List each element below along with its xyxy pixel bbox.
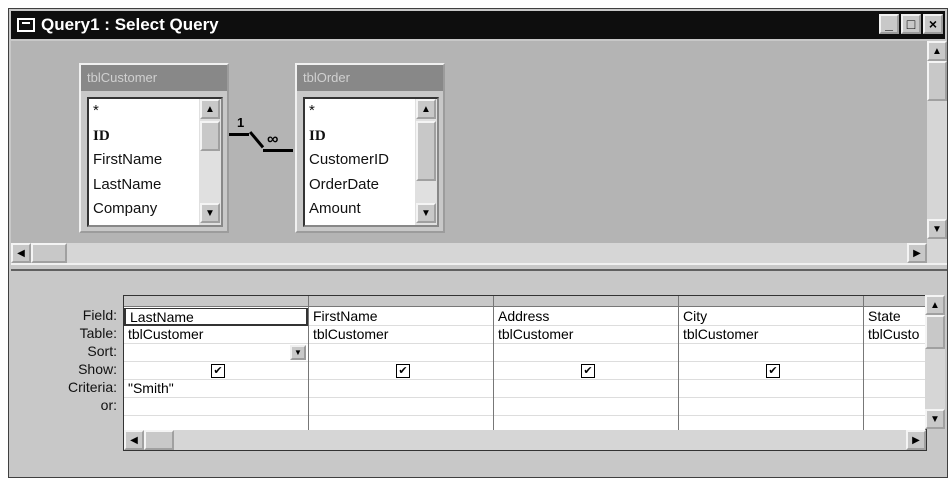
column-selector[interactable] [309,296,493,307]
arrow-left-icon[interactable]: ◀ [124,430,144,450]
column-selector[interactable] [679,296,863,307]
table-pane-vertical-scrollbar[interactable]: ▲ ▼ [927,41,947,263]
grid-or-cell[interactable] [309,398,493,416]
scroll-thumb[interactable] [144,430,174,450]
join-line[interactable] [249,131,265,149]
grid-field-cell[interactable]: State [864,308,925,326]
grid-criteria-cell[interactable] [864,380,925,398]
grid-or-cell[interactable] [864,398,925,416]
arrow-down-icon[interactable]: ▼ [200,203,220,223]
checkmark-icon[interactable]: ✔ [211,364,225,378]
grid-field-cell[interactable]: Address [494,308,678,326]
arrow-up-icon[interactable]: ▲ [416,99,436,119]
checkmark-icon[interactable]: ✔ [581,364,595,378]
table-pane[interactable]: tblCustomer * ID FirstName LastName Comp… [11,41,927,263]
column-selector[interactable] [124,296,308,307]
join-line[interactable] [263,149,293,152]
scroll-thumb[interactable] [925,315,945,349]
arrow-up-icon[interactable]: ▲ [925,295,945,315]
grid-sort-cell[interactable]: ▼ [124,344,308,362]
grid-field-cell[interactable]: FirstName [309,308,493,326]
row-label-sort: Sort: [87,343,117,359]
checkmark-icon[interactable]: ✔ [396,364,410,378]
grid-sort-cell[interactable] [864,344,925,362]
grid-table-cell[interactable]: tblCustomer [494,326,678,344]
grid-sort-cell[interactable] [494,344,678,362]
field-list-tblorder[interactable]: * ID CustomerID OrderDate Amount ▲ ▼ [303,97,439,227]
table-title-tblcustomer[interactable]: tblCustomer [81,65,227,91]
arrow-right-icon[interactable]: ▶ [906,430,926,450]
grid-table-cell[interactable]: tblCustomer [124,326,308,344]
grid-column[interactable]: State tblCusto [864,296,926,450]
scroll-thumb[interactable] [200,121,220,151]
row-label-field: Field: [82,307,117,323]
grid-criteria-cell[interactable] [679,380,863,398]
grid-table-cell[interactable]: tblCusto [864,326,925,344]
grid-criteria-cell[interactable]: "Smith" [124,380,308,398]
pane-splitter[interactable] [11,263,947,271]
grid-column[interactable]: City tblCustomer ✔ [679,296,864,450]
join-line[interactable] [229,133,249,136]
grid-field-cell[interactable]: LastName [124,308,308,326]
checkmark-icon[interactable]: ✔ [766,364,780,378]
grid-criteria-cell[interactable] [494,380,678,398]
grid-show-cell[interactable]: ✔ [494,362,678,380]
arrow-left-icon[interactable]: ◀ [11,243,31,263]
arrow-up-icon[interactable]: ▲ [200,99,220,119]
grid-or-cell[interactable] [679,398,863,416]
grid-column[interactable]: LastName tblCustomer ▼ ✔ "Smith" [124,296,309,450]
relationship-many-label: ∞ [267,131,279,148]
grid-column[interactable]: FirstName tblCustomer ✔ [309,296,494,450]
row-label-criteria: Criteria: [67,379,117,395]
row-label-table: Table: [79,325,117,341]
close-button[interactable]: × [923,14,943,34]
title-bar[interactable]: Query1 : Select Query _ □ × [11,11,945,39]
grid-table-cell[interactable]: tblCustomer [679,326,863,344]
grid-vertical-scrollbar[interactable]: ▲ ▼ [925,295,945,429]
field-list-tblcustomer[interactable]: * ID FirstName LastName Company ▲ ▼ [87,97,223,227]
query-window-icon[interactable] [17,18,35,32]
field-list-scrollbar[interactable]: ▲ ▼ [199,99,221,225]
minimize-button[interactable]: _ [879,14,899,34]
grid-show-cell[interactable]: ✔ [309,362,493,380]
grid-or-cell[interactable] [124,398,308,416]
relationship-one-label: 1 [237,115,245,130]
maximize-button[interactable]: □ [901,14,921,34]
design-grid[interactable]: LastName tblCustomer ▼ ✔ "Smith" FirstNa… [123,295,927,451]
grid-table-cell[interactable]: tblCustomer [309,326,493,344]
grid-sort-cell[interactable] [679,344,863,362]
chevron-down-icon[interactable]: ▼ [290,345,306,360]
grid-show-cell[interactable]: ✔ [124,362,308,380]
grid-show-cell[interactable] [864,362,925,380]
table-box-tblcustomer[interactable]: tblCustomer * ID FirstName LastName Comp… [79,63,229,233]
grid-field-cell[interactable]: City [679,308,863,326]
scroll-thumb[interactable] [416,121,436,181]
scroll-thumb[interactable] [927,61,947,101]
column-selector[interactable] [494,296,678,307]
column-selector[interactable] [864,296,925,307]
grid-criteria-cell[interactable] [309,380,493,398]
grid-sort-cell[interactable] [309,344,493,362]
grid-horizontal-scrollbar[interactable]: ◀ ▶ [124,430,926,450]
query-window: Query1 : Select Query _ □ × tblCustomer … [8,8,948,478]
arrow-right-icon[interactable]: ▶ [907,243,927,263]
scroll-thumb[interactable] [31,243,67,263]
arrow-down-icon[interactable]: ▼ [925,409,945,429]
row-label-show: Show: [78,361,117,377]
row-label-or: or: [100,397,117,413]
design-grid-pane: Field: Table: Sort: Show: Criteria: or: … [11,271,947,477]
window-title: Query1 : Select Query [41,15,219,34]
arrow-down-icon[interactable]: ▼ [416,203,436,223]
arrow-up-icon[interactable]: ▲ [927,41,947,61]
grid-or-cell[interactable] [494,398,678,416]
arrow-down-icon[interactable]: ▼ [927,219,947,239]
table-pane-horizontal-scrollbar[interactable]: ◀ ▶ [11,243,927,263]
field-list-scrollbar[interactable]: ▲ ▼ [415,99,437,225]
grid-column[interactable]: Address tblCustomer ✔ [494,296,679,450]
window-controls: _ □ × [879,14,943,34]
table-box-tblorder[interactable]: tblOrder * ID CustomerID OrderDate Amoun… [295,63,445,233]
table-title-tblorder[interactable]: tblOrder [297,65,443,91]
grid-show-cell[interactable]: ✔ [679,362,863,380]
